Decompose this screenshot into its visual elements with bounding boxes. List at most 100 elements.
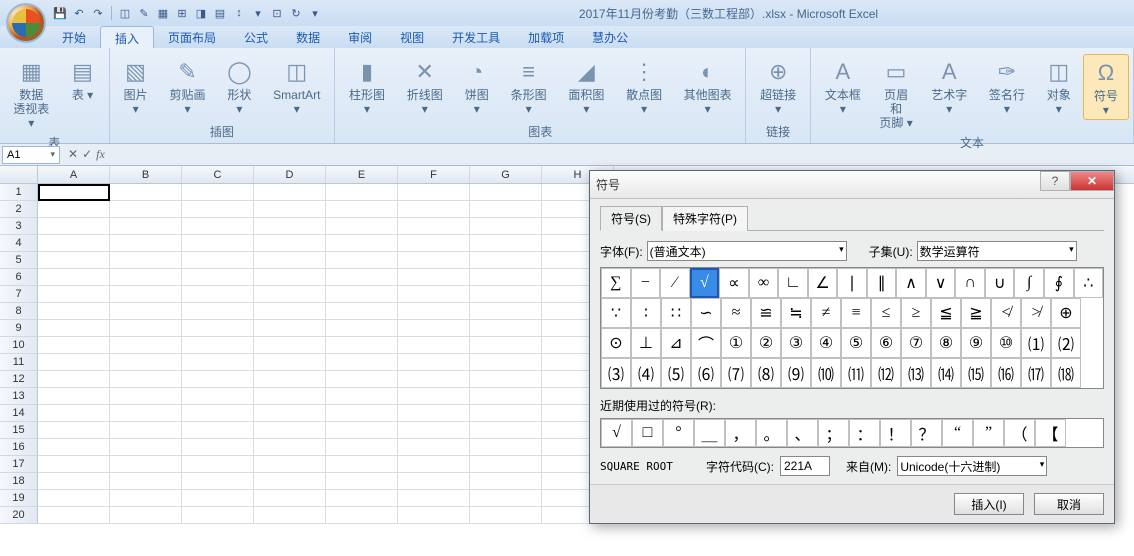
cell[interactable]	[470, 388, 542, 405]
cell[interactable]	[182, 303, 254, 320]
recent-symbol[interactable]: °	[663, 419, 694, 447]
dialog-tab-1[interactable]: 特殊字符(P)	[662, 206, 748, 231]
symbol-cell[interactable]: ∨	[926, 268, 956, 298]
ribbon-btn-面积图[interactable]: ◢面积图 ▾	[559, 54, 615, 118]
ribbon-btn-数据透视表[interactable]: ▦数据透视表 ▾	[4, 54, 59, 132]
cell[interactable]	[110, 286, 182, 303]
cell[interactable]	[110, 422, 182, 439]
cell[interactable]	[326, 354, 398, 371]
tab-数据[interactable]: 数据	[282, 26, 334, 48]
recent-symbol[interactable]: （	[1004, 419, 1035, 447]
cell[interactable]	[182, 473, 254, 490]
cell[interactable]	[326, 337, 398, 354]
symbol-cell[interactable]: ⑧	[931, 328, 961, 358]
cell[interactable]	[470, 354, 542, 371]
select-all-corner[interactable]	[0, 166, 38, 183]
cancel-button[interactable]: 取消	[1034, 493, 1104, 515]
cell[interactable]	[326, 201, 398, 218]
ribbon-btn-图片[interactable]: ▧图片 ▾	[114, 54, 158, 118]
cell[interactable]	[470, 184, 542, 201]
name-box[interactable]: A1	[2, 146, 60, 164]
qat-icon[interactable]: ◫	[117, 5, 133, 21]
ribbon-btn-剪贴画[interactable]: ✎剪贴画 ▾	[160, 54, 216, 118]
cell[interactable]	[254, 439, 326, 456]
col-header-D[interactable]: D	[254, 166, 326, 183]
cell[interactable]	[470, 320, 542, 337]
symbol-cell[interactable]: ∮	[1044, 268, 1074, 298]
symbol-cell[interactable]: ⑽	[811, 358, 841, 388]
cell[interactable]	[182, 405, 254, 422]
symbol-cell[interactable]: ≮	[991, 298, 1021, 328]
tab-视图[interactable]: 视图	[386, 26, 438, 48]
cell[interactable]	[254, 252, 326, 269]
char-code-input[interactable]	[780, 456, 830, 476]
recent-symbol[interactable]: 、	[787, 419, 818, 447]
tab-开发工具[interactable]: 开发工具	[438, 26, 514, 48]
symbol-cell[interactable]: ≦	[931, 298, 961, 328]
cell[interactable]	[110, 388, 182, 405]
symbol-cell[interactable]: ∴	[1074, 268, 1104, 298]
symbol-cell[interactable]: ∵	[601, 298, 631, 328]
cell[interactable]	[110, 490, 182, 507]
tab-公式[interactable]: 公式	[230, 26, 282, 48]
ribbon-btn-条形图[interactable]: ≡条形图 ▾	[501, 54, 557, 118]
ribbon-btn-文本框[interactable]: A文本框 ▾	[815, 54, 871, 118]
cell[interactable]	[470, 422, 542, 439]
col-header-F[interactable]: F	[398, 166, 470, 183]
symbol-cell[interactable]: ⌒	[691, 328, 721, 358]
cell[interactable]	[398, 218, 470, 235]
cell[interactable]	[182, 456, 254, 473]
symbol-cell[interactable]: ⑻	[751, 358, 781, 388]
qat-icon[interactable]: ▤	[212, 5, 228, 21]
row-header-7[interactable]: 7	[0, 286, 38, 303]
symbol-cell[interactable]: ⊙	[601, 328, 631, 358]
cell[interactable]	[326, 184, 398, 201]
ribbon-btn-柱形图[interactable]: ▮柱形图 ▾	[339, 54, 395, 118]
tab-开始[interactable]: 开始	[48, 26, 100, 48]
cell[interactable]	[254, 405, 326, 422]
cell[interactable]	[254, 218, 326, 235]
row-header-4[interactable]: 4	[0, 235, 38, 252]
symbol-cell[interactable]: ⑥	[871, 328, 901, 358]
cell[interactable]	[182, 184, 254, 201]
symbol-cell[interactable]: ①	[721, 328, 751, 358]
qat-icon[interactable]: ⊡	[269, 5, 285, 21]
subset-select[interactable]	[917, 241, 1077, 261]
symbol-cell[interactable]: ⑩	[991, 328, 1021, 358]
cell[interactable]	[470, 252, 542, 269]
cell[interactable]	[38, 303, 110, 320]
recent-symbol[interactable]: ；	[818, 419, 849, 447]
cell[interactable]	[110, 337, 182, 354]
symbol-cell[interactable]: ⒂	[961, 358, 991, 388]
cell[interactable]	[110, 320, 182, 337]
recent-symbol[interactable]: ：	[849, 419, 880, 447]
cell[interactable]	[398, 286, 470, 303]
symbol-cell[interactable]: ∣	[837, 268, 867, 298]
cell[interactable]	[38, 218, 110, 235]
cell[interactable]	[254, 320, 326, 337]
row-header-5[interactable]: 5	[0, 252, 38, 269]
symbol-cell[interactable]: ⒅	[1051, 358, 1081, 388]
qat-icon[interactable]: ↻	[288, 5, 304, 21]
cell[interactable]	[110, 371, 182, 388]
cell[interactable]	[110, 201, 182, 218]
ribbon-btn-饼图[interactable]: ◔饼图 ▾	[455, 54, 499, 118]
row-header-6[interactable]: 6	[0, 269, 38, 286]
cell[interactable]	[326, 320, 398, 337]
col-header-G[interactable]: G	[470, 166, 542, 183]
symbol-cell[interactable]: ⑸	[661, 358, 691, 388]
ribbon-btn-艺术字[interactable]: A艺术字 ▾	[921, 54, 977, 118]
recent-symbol[interactable]: □	[632, 419, 663, 447]
cell[interactable]	[38, 456, 110, 473]
tab-页面布局[interactable]: 页面布局	[154, 26, 230, 48]
symbol-cell[interactable]: ②	[751, 328, 781, 358]
symbol-cell[interactable]: ≠	[811, 298, 841, 328]
cell[interactable]	[326, 405, 398, 422]
cell[interactable]	[110, 303, 182, 320]
cell[interactable]	[38, 490, 110, 507]
symbol-cell[interactable]: ∧	[896, 268, 926, 298]
symbol-cell[interactable]: −	[631, 268, 661, 298]
cell[interactable]	[254, 490, 326, 507]
cell[interactable]	[38, 439, 110, 456]
cell[interactable]	[182, 422, 254, 439]
